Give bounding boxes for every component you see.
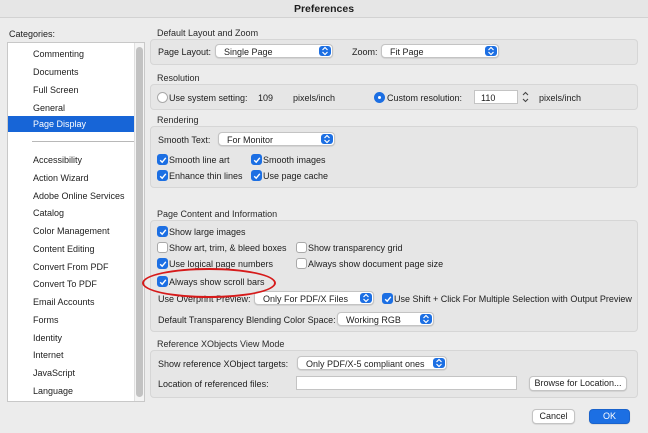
checkmark-icon [159, 261, 167, 268]
custom-resolution-unit: pixels/inch [539, 93, 582, 103]
page-content-title: Page Content and Information [157, 209, 278, 219]
show-art-trim-label: Show art, trim, & bleed boxes [169, 243, 287, 253]
category-convert-from-pdf[interactable]: Convert From PDF [8, 259, 134, 275]
category-convert-to-pdf[interactable]: Convert To PDF [8, 276, 134, 292]
category-action-wizard[interactable]: Action Wizard [8, 170, 134, 186]
custom-resolution-value: 110 [481, 93, 496, 103]
use-page-cache-checkbox[interactable] [251, 170, 262, 181]
sidebar-scrollbar-thumb[interactable] [136, 47, 143, 397]
always-show-scroll-bars-label: Always show scroll bars [169, 277, 265, 287]
zoom-label: Zoom: [352, 47, 378, 57]
chevron-updown-icon [420, 314, 432, 324]
always-show-scroll-bars-checkbox[interactable] [157, 276, 168, 287]
smooth-images-checkbox[interactable] [251, 154, 262, 165]
category-email-accounts[interactable]: Email Accounts [8, 294, 134, 310]
show-targets-value: Only PDF/X-5 compliant ones [306, 359, 425, 369]
smooth-line-art-checkbox[interactable] [157, 154, 168, 165]
smooth-text-label: Smooth Text: [158, 135, 211, 145]
checkmark-icon [159, 173, 167, 180]
category-full-screen[interactable]: Full Screen [8, 82, 134, 98]
checkmark-icon [253, 173, 261, 180]
page-layout-popup[interactable]: Single Page [215, 44, 333, 58]
category-javascript[interactable]: JavaScript [8, 365, 134, 381]
cancel-button[interactable]: Cancel [532, 409, 575, 424]
logical-page-numbers-checkbox[interactable] [157, 258, 168, 269]
blending-popup[interactable]: Working RGB [337, 312, 434, 326]
use-page-cache-label: Use page cache [263, 171, 329, 181]
zoom-popup[interactable]: Fit Page [381, 44, 499, 58]
system-setting-radio[interactable] [157, 92, 168, 103]
blending-value: Working RGB [346, 315, 401, 325]
custom-resolution-label: Custom resolution: [387, 93, 463, 103]
categories-list[interactable]: Commenting Documents Full Screen General… [7, 42, 145, 402]
location-field[interactable] [296, 376, 517, 390]
show-transparency-grid-checkbox[interactable] [296, 242, 307, 253]
category-forms[interactable]: Forms [8, 312, 134, 328]
chevron-updown-icon [360, 293, 372, 303]
chevron-updown-icon [319, 46, 331, 56]
category-page-display[interactable]: Page Display [8, 116, 134, 132]
smooth-text-value: For Monitor [227, 135, 274, 145]
resolution-title: Resolution [157, 73, 200, 83]
rendering-title: Rendering [157, 115, 199, 125]
show-targets-popup[interactable]: Only PDF/X-5 compliant ones [297, 356, 447, 370]
category-catalog[interactable]: Catalog [8, 205, 134, 221]
ok-button[interactable]: OK [589, 409, 630, 424]
smooth-line-art-label: Smooth line art [169, 155, 230, 165]
checkmark-icon [159, 157, 167, 164]
show-targets-label: Show reference XObject targets: [158, 359, 289, 369]
chevron-updown-icon [321, 134, 333, 144]
show-large-images-checkbox[interactable] [157, 226, 168, 237]
blending-label: Default Transparency Blending Color Spac… [158, 315, 336, 325]
show-art-trim-checkbox[interactable] [157, 242, 168, 253]
logical-page-numbers-label: Use logical page numbers [169, 259, 274, 269]
system-setting-value: 109 [258, 93, 274, 103]
category-color-management[interactable]: Color Management [8, 223, 134, 239]
checkmark-icon [384, 296, 392, 303]
smooth-text-popup[interactable]: For Monitor [218, 132, 335, 146]
category-accessibility[interactable]: Accessibility [8, 152, 134, 168]
window-title: Preferences [0, 0, 648, 18]
smooth-images-label: Smooth images [263, 155, 326, 165]
location-label: Location of referenced files: [158, 379, 269, 389]
category-commenting[interactable]: Commenting [8, 46, 134, 62]
layout-zoom-title: Default Layout and Zoom [157, 28, 259, 38]
system-setting-unit: pixels/inch [293, 93, 336, 103]
system-setting-label: Use system setting: [169, 93, 248, 103]
chevron-updown-icon [485, 46, 497, 56]
custom-resolution-radio[interactable] [374, 92, 385, 103]
checkmark-icon [159, 229, 167, 236]
chevron-updown-icon [433, 358, 445, 368]
categories-heading: Categories: [9, 29, 56, 39]
page-layout-value: Single Page [224, 47, 273, 57]
custom-resolution-field[interactable]: 110 [474, 90, 518, 104]
custom-resolution-stepper[interactable] [521, 90, 530, 104]
category-language[interactable]: Language [8, 383, 134, 399]
category-divider [32, 141, 134, 142]
enhance-thin-lines-checkbox[interactable] [157, 170, 168, 181]
checkmark-icon [253, 157, 261, 164]
page-layout-label: Page Layout: [158, 47, 212, 57]
enhance-thin-lines-label: Enhance thin lines [169, 171, 243, 181]
doc-page-size-label: Always show document page size [308, 259, 444, 269]
shift-click-checkbox[interactable] [382, 293, 393, 304]
zoom-value: Fit Page [390, 47, 424, 57]
category-adobe-online[interactable]: Adobe Online Services [8, 188, 134, 204]
overprint-label: Use Overprint Preview: [158, 294, 251, 304]
overprint-popup[interactable]: Only For PDF/X Files [254, 291, 374, 305]
shift-click-label: Use Shift + Click For Multiple Selection… [394, 294, 632, 304]
checkmark-icon [159, 279, 167, 286]
doc-page-size-checkbox[interactable] [296, 258, 307, 269]
overprint-value: Only For PDF/X Files [263, 294, 349, 304]
category-identity[interactable]: Identity [8, 330, 134, 346]
show-large-images-label: Show large images [169, 227, 246, 237]
xobjects-title: Reference XObjects View Mode [157, 339, 285, 349]
browse-location-button[interactable]: Browse for Location... [529, 376, 627, 391]
category-internet[interactable]: Internet [8, 347, 134, 363]
category-documents[interactable]: Documents [8, 64, 134, 80]
show-transparency-grid-label: Show transparency grid [308, 243, 403, 253]
category-general[interactable]: General [8, 100, 134, 116]
category-content-editing[interactable]: Content Editing [8, 241, 134, 257]
